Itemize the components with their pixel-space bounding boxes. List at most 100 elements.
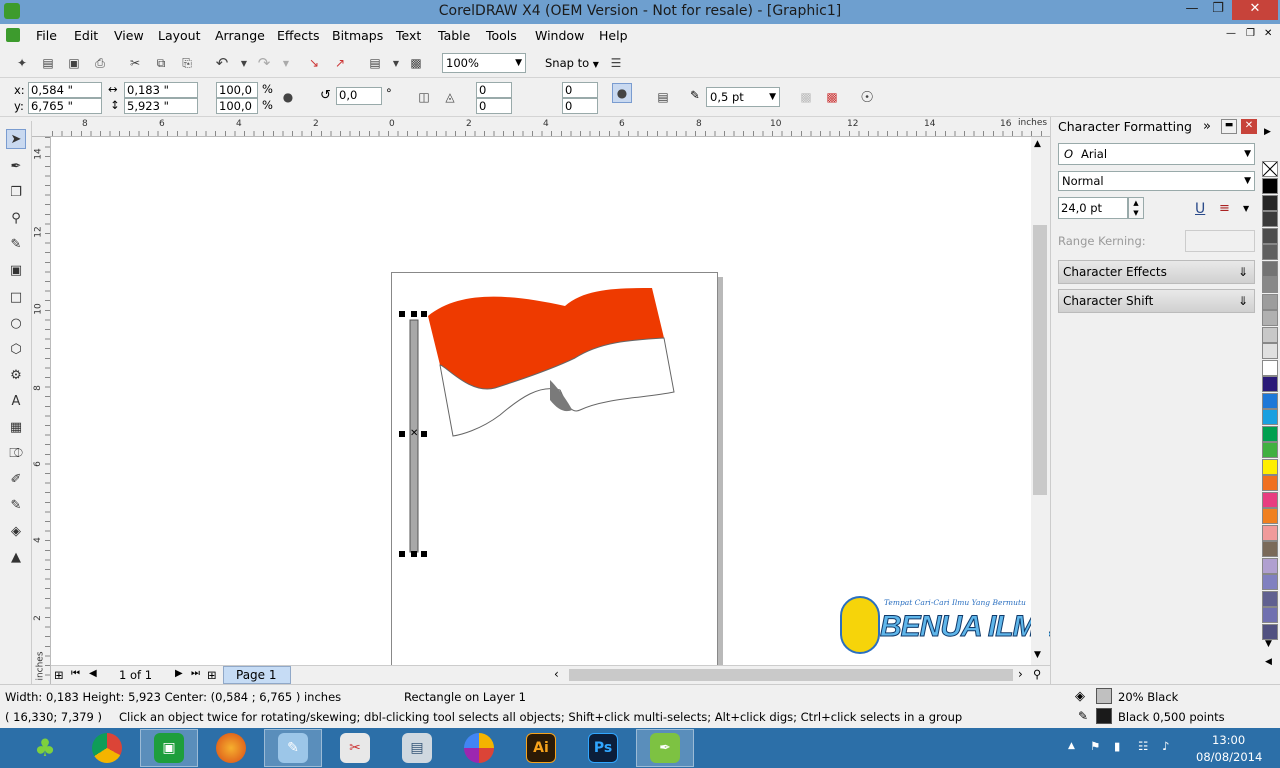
taskbar-illustrator[interactable]: Ai [512, 729, 570, 767]
paste-icon[interactable]: ⎘ [177, 53, 197, 73]
y-position-field[interactable]: 6,765 " [28, 98, 102, 114]
menu-help[interactable]: Help [599, 28, 628, 43]
new-icon[interactable]: ✦ [12, 53, 32, 73]
palette-swatch[interactable] [1262, 293, 1278, 310]
underline-icon[interactable]: U [1195, 201, 1205, 217]
character-shift-section[interactable]: Character Shift ⇓ [1058, 289, 1255, 313]
palette-swatch[interactable] [1262, 359, 1278, 376]
character-effects-section[interactable]: Character Effects ⇓ [1058, 260, 1255, 284]
outline-color-swatch[interactable] [1096, 708, 1112, 724]
palette-swatch[interactable] [1262, 211, 1278, 227]
next-page-icon[interactable]: ▶ [175, 668, 183, 679]
doc-close-icon[interactable]: ✕ [1264, 28, 1272, 39]
ellipse-tool-icon[interactable]: ○ [6, 313, 26, 333]
undo-icon[interactable]: ↶ [212, 53, 232, 73]
print-icon[interactable]: ⎙ [90, 53, 110, 73]
font-family-select[interactable]: Arial ▼ O [1058, 143, 1255, 165]
zoom-select[interactable]: 100% ▼ [442, 53, 526, 73]
round-corners-together-icon[interactable]: ● [612, 83, 632, 103]
import-icon[interactable]: ↘ [304, 53, 324, 73]
menu-arrange[interactable]: Arrange [215, 28, 265, 43]
corner-radius-2-field[interactable]: 0 [562, 82, 598, 98]
minimize-icon[interactable]: — [1180, 0, 1204, 20]
close-icon[interactable]: ✕ [1232, 0, 1278, 20]
menu-file[interactable]: File [36, 28, 57, 43]
palette-swatch[interactable] [1262, 227, 1278, 244]
smart-fill-tool-icon[interactable]: ▣ [6, 260, 26, 280]
to-back-icon[interactable]: ▩ [822, 87, 842, 107]
redo-icon[interactable]: ↷ [254, 53, 274, 73]
palette-swatch[interactable] [1262, 442, 1278, 458]
table-tool-icon[interactable]: ▦ [6, 417, 26, 437]
doc-restore-icon[interactable]: ❐ [1246, 28, 1255, 39]
palette-swatch[interactable] [1262, 409, 1278, 425]
menu-text[interactable]: Text [396, 28, 421, 43]
zoom-tool-icon[interactable]: ⚲ [6, 208, 26, 228]
selection-handle[interactable] [411, 551, 417, 557]
pick-tool-icon[interactable]: ➤ [6, 129, 26, 149]
basic-shapes-tool-icon[interactable]: ⚙ [6, 365, 26, 385]
palette-swatch[interactable] [1262, 194, 1278, 211]
palette-swatch[interactable] [1262, 524, 1278, 541]
last-page-icon[interactable]: ⏭ [191, 668, 200, 679]
snap-to-dropdown[interactable]: Snap to ▼ [545, 56, 599, 70]
selection-handle[interactable] [421, 431, 427, 437]
power-icon[interactable]: ▮ [1114, 739, 1120, 753]
menu-edit[interactable]: Edit [74, 28, 98, 43]
clock-date[interactable]: 08/08/2014 [1196, 750, 1262, 764]
font-style-select[interactable]: Normal ▼ [1058, 171, 1255, 191]
clock-time[interactable]: 13:00 [1212, 733, 1245, 747]
selection-handle[interactable] [399, 551, 405, 557]
selection-handle[interactable] [411, 311, 417, 317]
previous-page-icon[interactable]: ◀ [89, 668, 97, 679]
launcher-dropdown-icon[interactable]: ▼ [386, 53, 406, 73]
menu-effects[interactable]: Effects [277, 28, 320, 43]
palette-swatch[interactable] [1262, 508, 1278, 524]
palette-swatch[interactable] [1262, 277, 1278, 293]
volume-icon[interactable]: ♪ [1162, 739, 1169, 753]
docker-close-icon[interactable]: ✕ [1241, 119, 1257, 134]
palette-swatch[interactable] [1262, 557, 1278, 574]
palette-swatch[interactable] [1262, 491, 1278, 508]
rectangle-tool-icon[interactable]: □ [6, 287, 26, 307]
mirror-horizontal-icon[interactable]: ◫ [414, 87, 434, 107]
page-tab-1[interactable]: Page 1 [223, 666, 291, 684]
scrollbar-thumb[interactable] [1033, 225, 1047, 495]
outline-width-select[interactable]: 0,5 pt ▼ [706, 87, 780, 107]
restore-icon[interactable]: ❐ [1206, 0, 1230, 20]
selection-handle[interactable] [399, 431, 405, 437]
to-front-icon[interactable]: ▩ [796, 87, 816, 107]
rotation-field[interactable]: 0,0 [336, 87, 382, 105]
taskbar-coreldraw[interactable]: ✒ [636, 729, 694, 767]
palette-swatch[interactable] [1262, 574, 1278, 590]
taskbar-picture-viewer[interactable]: ▤ [388, 729, 446, 767]
menu-layout[interactable]: Layout [158, 28, 201, 43]
palette-swatch[interactable] [1262, 376, 1278, 392]
options-icon[interactable]: ☰ [606, 53, 626, 73]
font-size-field[interactable]: 24,0 pt [1058, 197, 1128, 219]
undo-dropdown-icon[interactable]: ▼ [234, 53, 254, 73]
taskbar-notepad[interactable]: ✎ [264, 729, 322, 767]
palette-swatch[interactable] [1262, 343, 1278, 359]
palette-expand-icon[interactable]: ◀ [1265, 657, 1272, 667]
palette-swatch[interactable] [1262, 475, 1278, 491]
taskbar-picasa[interactable] [450, 729, 508, 767]
polygon-tool-icon[interactable]: ⬡ [6, 339, 26, 359]
menu-tools[interactable]: Tools [486, 28, 517, 43]
corner-radius-4-field[interactable]: 0 [562, 98, 598, 114]
palette-scroll-up-icon[interactable]: ▶ [1264, 127, 1271, 137]
selection-handle[interactable] [421, 551, 427, 557]
horizontal-ruler[interactable]: 8 6 4 2 0 2 4 6 8 10 12 14 16 inches [32, 117, 1050, 137]
palette-scroll-down-icon[interactable]: ▼ [1265, 639, 1272, 649]
palette-swatch[interactable] [1262, 590, 1278, 607]
selection-handle[interactable] [399, 311, 405, 317]
palette-swatch[interactable] [1262, 623, 1278, 640]
doc-minimize-icon[interactable]: — [1226, 28, 1236, 39]
action-center-flag-icon[interactable]: ⚑ [1090, 739, 1100, 753]
taskbar-firefox[interactable] [202, 729, 260, 767]
start-button[interactable]: ♣ [16, 729, 74, 767]
export-icon[interactable]: ↗ [330, 53, 350, 73]
redo-dropdown-icon[interactable]: ▼ [276, 53, 296, 73]
menu-bitmaps[interactable]: Bitmaps [332, 28, 383, 43]
palette-swatch[interactable] [1262, 425, 1278, 442]
